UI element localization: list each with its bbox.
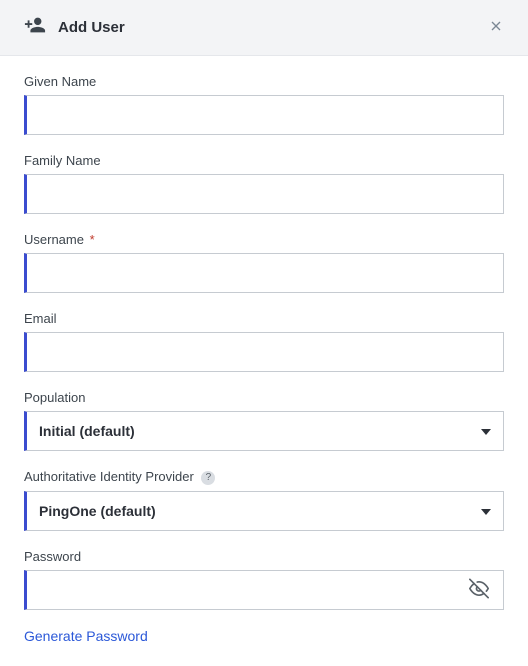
username-label: Username * (24, 232, 504, 247)
header-left: Add User (24, 14, 125, 41)
email-label: Email (24, 311, 504, 326)
toggle-password-visibility-button[interactable] (465, 574, 493, 605)
identity-provider-field: Authoritative Identity Provider ? PingOn… (24, 469, 504, 531)
generate-password-link[interactable]: Generate Password (24, 628, 148, 644)
dialog-header: Add User (0, 0, 528, 56)
given-name-label: Given Name (24, 74, 504, 89)
given-name-input-wrap (24, 95, 504, 135)
identity-provider-label-text: Authoritative Identity Provider (24, 469, 194, 484)
identity-provider-select[interactable]: PingOne (default) (24, 491, 504, 531)
close-button[interactable] (484, 14, 508, 41)
chevron-down-icon (481, 422, 491, 440)
add-user-form: Given Name Family Name Username * Email … (0, 56, 528, 666)
given-name-field: Given Name (24, 74, 504, 135)
password-field: Password (24, 549, 504, 610)
family-name-input-wrap (24, 174, 504, 214)
username-field: Username * (24, 232, 504, 293)
username-input-wrap (24, 253, 504, 293)
family-name-field: Family Name (24, 153, 504, 214)
email-input[interactable] (27, 333, 503, 371)
family-name-input[interactable] (27, 175, 503, 213)
close-icon (488, 18, 504, 37)
eye-off-icon (469, 578, 489, 601)
username-input[interactable] (27, 254, 503, 292)
email-field: Email (24, 311, 504, 372)
password-input-wrap (24, 570, 504, 610)
required-mark: * (90, 232, 95, 247)
help-icon[interactable]: ? (201, 471, 215, 485)
password-input[interactable] (27, 571, 503, 609)
password-label: Password (24, 549, 504, 564)
add-user-icon (24, 14, 46, 41)
chevron-down-icon (481, 502, 491, 520)
population-field: Population Initial (default) (24, 390, 504, 451)
dialog-title: Add User (58, 19, 125, 36)
given-name-input[interactable] (27, 96, 503, 134)
family-name-label: Family Name (24, 153, 504, 168)
username-label-text: Username (24, 232, 84, 247)
population-select[interactable]: Initial (default) (24, 411, 504, 451)
population-label: Population (24, 390, 504, 405)
population-selected: Initial (default) (27, 423, 503, 439)
email-input-wrap (24, 332, 504, 372)
identity-provider-label: Authoritative Identity Provider ? (24, 469, 504, 485)
identity-provider-selected: PingOne (default) (27, 503, 503, 519)
